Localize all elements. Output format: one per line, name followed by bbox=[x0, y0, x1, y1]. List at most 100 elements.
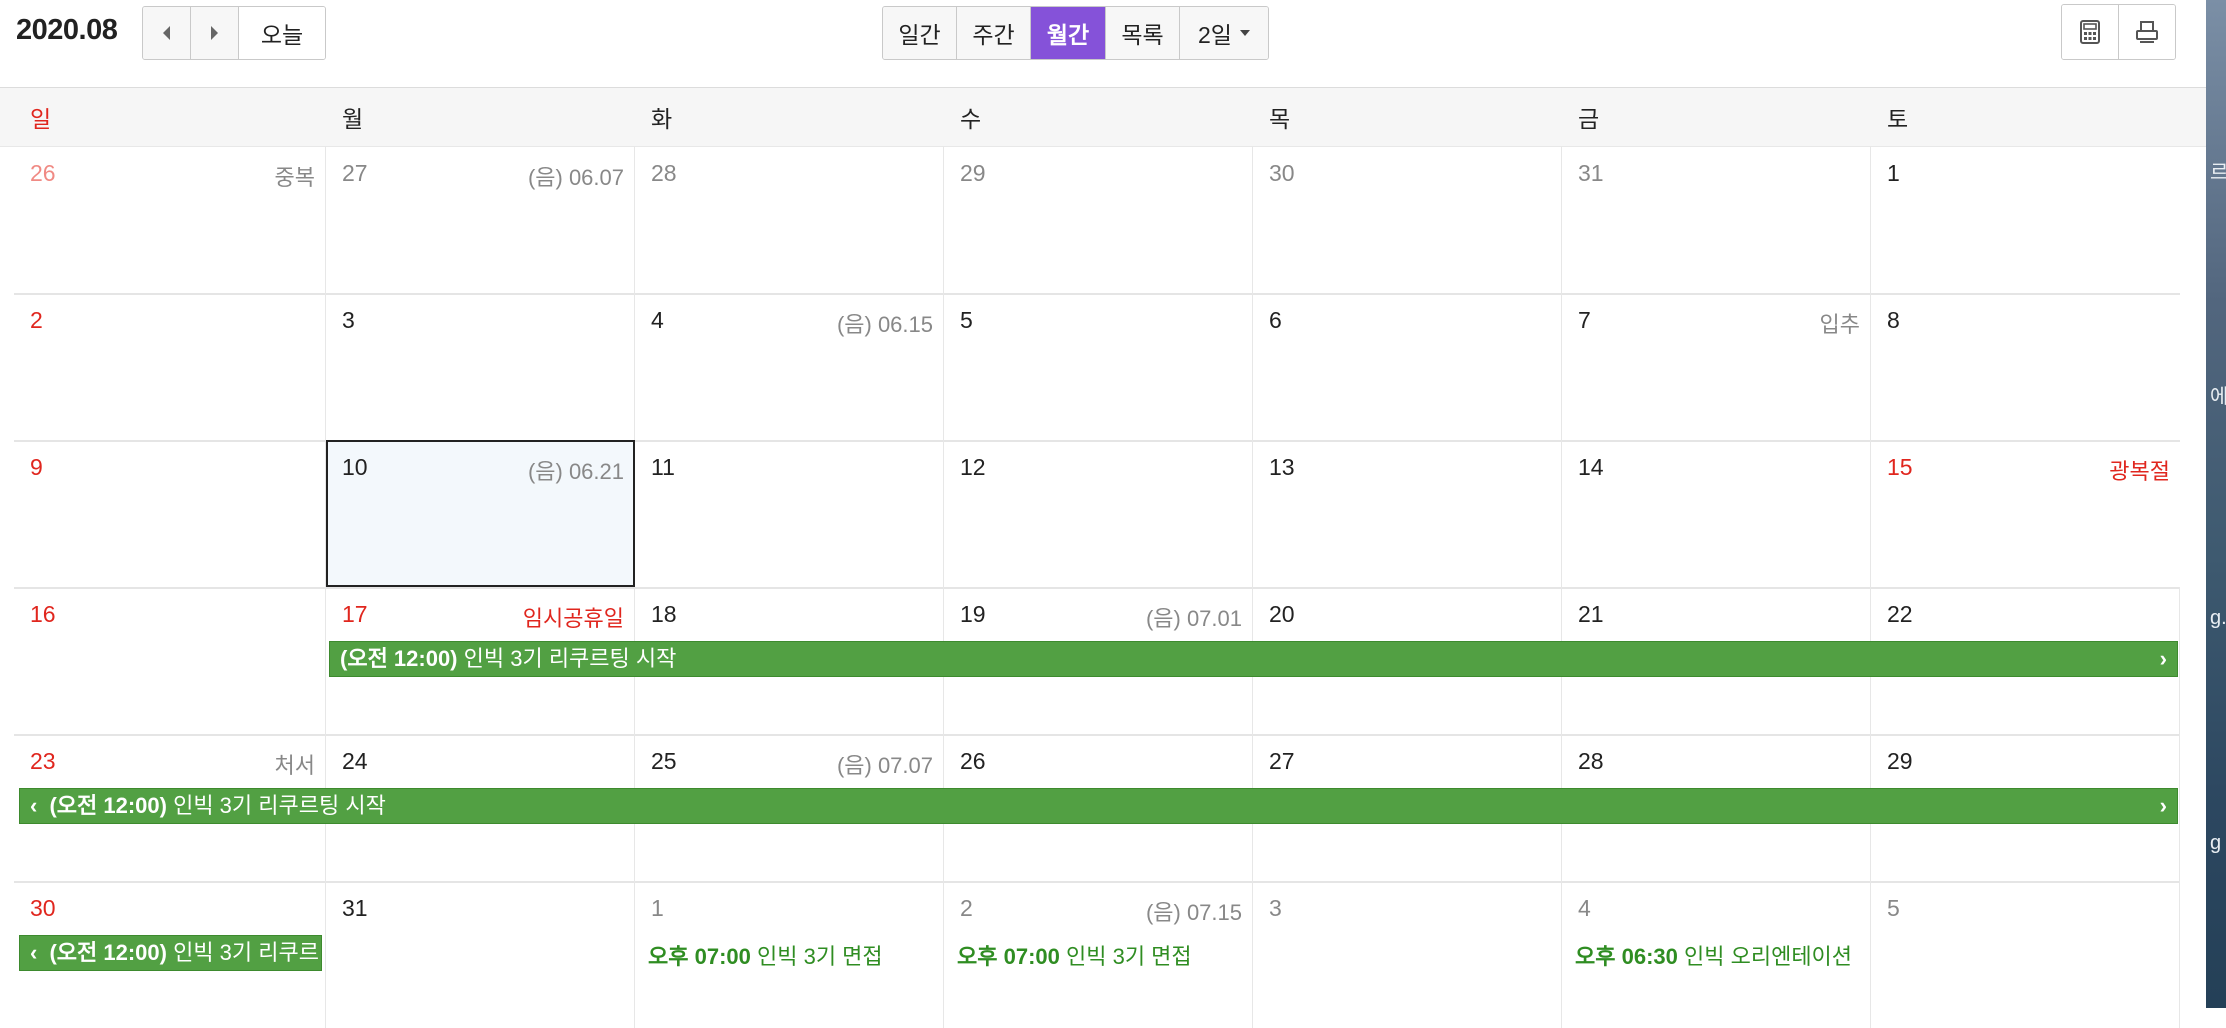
event-interview-1[interactable]: 오후 07:00 인빅 3기 면접 bbox=[648, 939, 883, 971]
lunar-date: (음) 07.15 bbox=[1145, 900, 1242, 925]
day-cell[interactable]: 2 bbox=[14, 293, 326, 440]
week-row: 2 3 4 (음) 06.15 5 6 7 입추 8 bbox=[14, 293, 2180, 442]
day-number: 31 bbox=[1578, 160, 1604, 186]
day-number: 5 bbox=[1887, 895, 1900, 921]
day-number: 3 bbox=[1269, 895, 1282, 921]
day-number: 12 bbox=[960, 454, 986, 480]
day-cell[interactable]: 5 bbox=[1871, 881, 2180, 1028]
event-title: 인빅 3기 면접 bbox=[1066, 944, 1192, 969]
event-interview-2[interactable]: 오후 07:00 인빅 3기 면접 bbox=[957, 939, 1192, 971]
day-number: 26 bbox=[960, 748, 986, 774]
week-row: 16 17 임시공휴일 18 19 (음) 07.01 20 21 22 (오전… bbox=[14, 587, 2180, 736]
week-row: 23 처서 24 25 (음) 07.07 26 27 28 29 ‹ (오전 … bbox=[14, 734, 2180, 883]
event-title: 인빅 3기 면접 bbox=[757, 944, 883, 969]
today-button[interactable]: 오늘 bbox=[239, 7, 325, 59]
week-row: 9 10 (음) 06.21 11 12 13 14 15 광복절 bbox=[14, 440, 2180, 589]
calculator-button[interactable] bbox=[2062, 5, 2119, 59]
day-cell[interactable]: 1 bbox=[1871, 146, 2180, 293]
day-cell[interactable]: 14 bbox=[1562, 440, 1871, 587]
day-number: 26 bbox=[30, 160, 56, 186]
day-cell[interactable]: 30 bbox=[1253, 146, 1562, 293]
day-cell[interactable]: 6 bbox=[1253, 293, 1562, 440]
day-number: 18 bbox=[651, 601, 677, 627]
day-number: 3 bbox=[342, 307, 355, 333]
day-number: 25 bbox=[651, 748, 677, 774]
day-cell[interactable]: 12 bbox=[944, 440, 1253, 587]
day-number: 5 bbox=[960, 307, 973, 333]
day-cell[interactable]: 8 bbox=[1871, 293, 2180, 440]
weekday-sat: 토 bbox=[1887, 106, 1909, 132]
day-number: 30 bbox=[1269, 160, 1295, 186]
day-cell[interactable]: 16 bbox=[14, 587, 326, 734]
day-number: 30 bbox=[30, 895, 56, 921]
view-list-button[interactable]: 목록 bbox=[1106, 7, 1180, 59]
day-cell[interactable]: 13 bbox=[1253, 440, 1562, 587]
day-number: 31 bbox=[342, 895, 368, 921]
day-cell[interactable]: 27 (음) 06.07 bbox=[326, 146, 635, 293]
weekday-sun: 일 bbox=[30, 106, 52, 132]
day-cell[interactable]: 5 bbox=[944, 293, 1253, 440]
day-number: 11 bbox=[651, 454, 675, 480]
day-cell[interactable]: 9 bbox=[14, 440, 326, 587]
prev-month-button[interactable] bbox=[143, 7, 191, 59]
view-week-button[interactable]: 주간 bbox=[957, 7, 1031, 59]
lunar-date: (음) 07.07 bbox=[836, 753, 933, 778]
holiday-label: 광복절 bbox=[2109, 459, 2170, 484]
event-bar-recruiting-end[interactable]: ‹ (오전 12:00) 인빅 3기 리쿠르 bbox=[19, 935, 322, 971]
next-month-button[interactable] bbox=[191, 7, 239, 59]
day-number: 29 bbox=[960, 160, 986, 186]
event-title: 인빅 3기 리쿠르팅 시작 bbox=[463, 646, 677, 671]
print-button[interactable] bbox=[2119, 5, 2175, 59]
day-cell[interactable]: 3 bbox=[326, 293, 635, 440]
view-month-button[interactable]: 월간 bbox=[1031, 7, 1106, 59]
event-bar-recruiting-cont[interactable]: ‹ (오전 12:00) 인빅 3기 리쿠르팅 시작 › bbox=[19, 788, 2178, 824]
lunar-date: (음) 06.21 bbox=[527, 459, 624, 484]
day-cell[interactable]: 26 중복 bbox=[14, 146, 326, 293]
view-day-button[interactable]: 일간 bbox=[883, 7, 957, 59]
day-number: 23 bbox=[30, 748, 56, 774]
day-cell[interactable]: 29 bbox=[944, 146, 1253, 293]
day-cell[interactable]: 15 광복절 bbox=[1871, 440, 2180, 587]
weekday-mon: 월 bbox=[342, 106, 364, 132]
day-number: 21 bbox=[1578, 601, 1604, 627]
event-time: (오전 12:00) bbox=[49, 793, 167, 818]
day-cell[interactable]: 28 bbox=[635, 146, 944, 293]
day-number: 1 bbox=[651, 895, 664, 921]
event-time: 오후 07:00 bbox=[957, 944, 1060, 969]
today-cell[interactable]: 10 (음) 06.21 bbox=[326, 440, 635, 587]
day-number: 1 bbox=[1887, 160, 1900, 186]
day-number: 28 bbox=[1578, 748, 1604, 774]
chevron-right-icon: › bbox=[2159, 646, 2167, 671]
day-number: 4 bbox=[651, 307, 664, 333]
day-number: 6 bbox=[1269, 307, 1282, 333]
background-text: 르 bbox=[2210, 162, 2226, 184]
view-2day-dropdown[interactable]: 2일 bbox=[1180, 7, 1268, 59]
event-bar-recruiting[interactable]: (오전 12:00) 인빅 3기 리쿠르팅 시작 › bbox=[329, 641, 2178, 677]
day-cell[interactable]: 3 bbox=[1253, 881, 1562, 1028]
day-number: 2 bbox=[30, 307, 43, 333]
day-number: 27 bbox=[342, 160, 368, 186]
weekday-fri: 금 bbox=[1578, 106, 1600, 132]
event-orientation[interactable]: 오후 06:30 인빅 오리엔테이션 bbox=[1575, 939, 1852, 971]
caret-left-icon bbox=[163, 26, 170, 40]
tool-button-group bbox=[2061, 4, 2176, 60]
day-number: 8 bbox=[1887, 307, 1900, 333]
weekday-tue: 화 bbox=[651, 106, 673, 132]
week-row: 26 중복 27 (음) 06.07 28 29 30 31 1 bbox=[14, 146, 2180, 295]
day-cell[interactable]: 31 bbox=[1562, 146, 1871, 293]
event-time: (오전 12:00) bbox=[340, 646, 458, 671]
month-title: 2020.08 bbox=[16, 14, 118, 46]
day-cell[interactable]: 7 입추 bbox=[1562, 293, 1871, 440]
day-cell[interactable]: 11 bbox=[635, 440, 944, 587]
day-number: 17 bbox=[342, 601, 368, 627]
day-number: 19 bbox=[960, 601, 986, 627]
background-text: g bbox=[2210, 832, 2222, 854]
day-note: 입추 bbox=[1819, 312, 1860, 337]
day-number: 27 bbox=[1269, 748, 1295, 774]
day-cell[interactable]: 4 (음) 06.15 bbox=[635, 293, 944, 440]
day-cell[interactable]: 31 bbox=[326, 881, 635, 1028]
background-text: 에 bbox=[2210, 386, 2226, 408]
holiday-label: 임시공휴일 bbox=[522, 606, 624, 631]
day-note: 처서 bbox=[274, 753, 315, 778]
chevron-right-icon: › bbox=[2159, 793, 2167, 818]
